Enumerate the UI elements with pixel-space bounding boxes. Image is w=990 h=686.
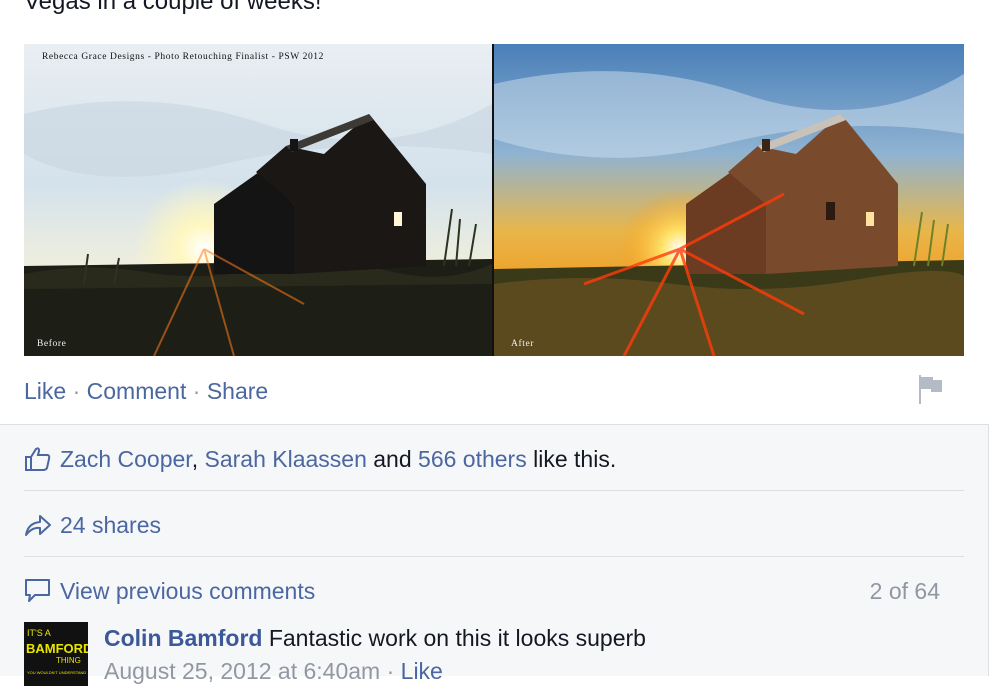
divider: [24, 556, 964, 557]
post-text: Vegas in a couple of weeks!: [24, 0, 322, 15]
shares-link[interactable]: 24 shares: [60, 511, 161, 539]
share-arrow-icon: [24, 511, 52, 545]
comment-count: 2 of 64: [869, 578, 940, 604]
divider: [24, 490, 964, 491]
comment-link[interactable]: Comment: [87, 378, 187, 404]
liker-name-2[interactable]: Sarah Klaassen: [204, 446, 366, 472]
speech-bubble-icon: [24, 577, 52, 611]
comment-body: Colin Bamford Fantastic work on this it …: [104, 624, 646, 652]
separator: ·: [386, 658, 395, 684]
separator: ·: [72, 378, 81, 404]
before-label: Before: [37, 339, 67, 349]
avatar-text-3: THING: [56, 656, 81, 665]
comment-meta: August 25, 2012 at 6:40am · Like: [104, 657, 443, 685]
avatar[interactable]: IT'S A BAMFORD THING YOU WOULDN'T UNDERS…: [24, 622, 88, 686]
comment-timestamp[interactable]: August 25, 2012 at 6:40am: [104, 658, 380, 684]
flag-icon[interactable]: [914, 372, 946, 406]
photo-caption: Rebecca Grace Designs - Photo Retouching…: [42, 52, 324, 62]
avatar-text-2: BAMFORD: [26, 641, 88, 656]
after-label: After: [511, 339, 535, 349]
and-text: and: [373, 446, 412, 472]
thumbs-up-icon: [24, 445, 52, 479]
comma: ,: [191, 446, 199, 472]
like-suffix: like this.: [533, 446, 617, 472]
avatar-text-1: IT'S A: [27, 628, 51, 638]
view-previous-comments-link[interactable]: View previous comments: [60, 577, 315, 605]
comment-author[interactable]: Colin Bamford: [104, 625, 262, 651]
before-after-image: [24, 44, 964, 356]
like-link[interactable]: Like: [24, 378, 66, 404]
others-link[interactable]: 566 others: [418, 446, 527, 472]
separator: ·: [192, 378, 201, 404]
comment-text: Fantastic work on this it looks superb: [268, 625, 646, 651]
liker-name-1[interactable]: Zach Cooper: [60, 446, 192, 472]
comment-like-link[interactable]: Like: [401, 658, 443, 684]
share-link[interactable]: Share: [207, 378, 268, 404]
avatar-text-4: YOU WOULDN'T UNDERSTAND: [27, 670, 86, 675]
post-actions: Like · Comment · Share: [24, 377, 268, 405]
post-photo[interactable]: Rebecca Grace Designs - Photo Retouching…: [24, 44, 964, 356]
